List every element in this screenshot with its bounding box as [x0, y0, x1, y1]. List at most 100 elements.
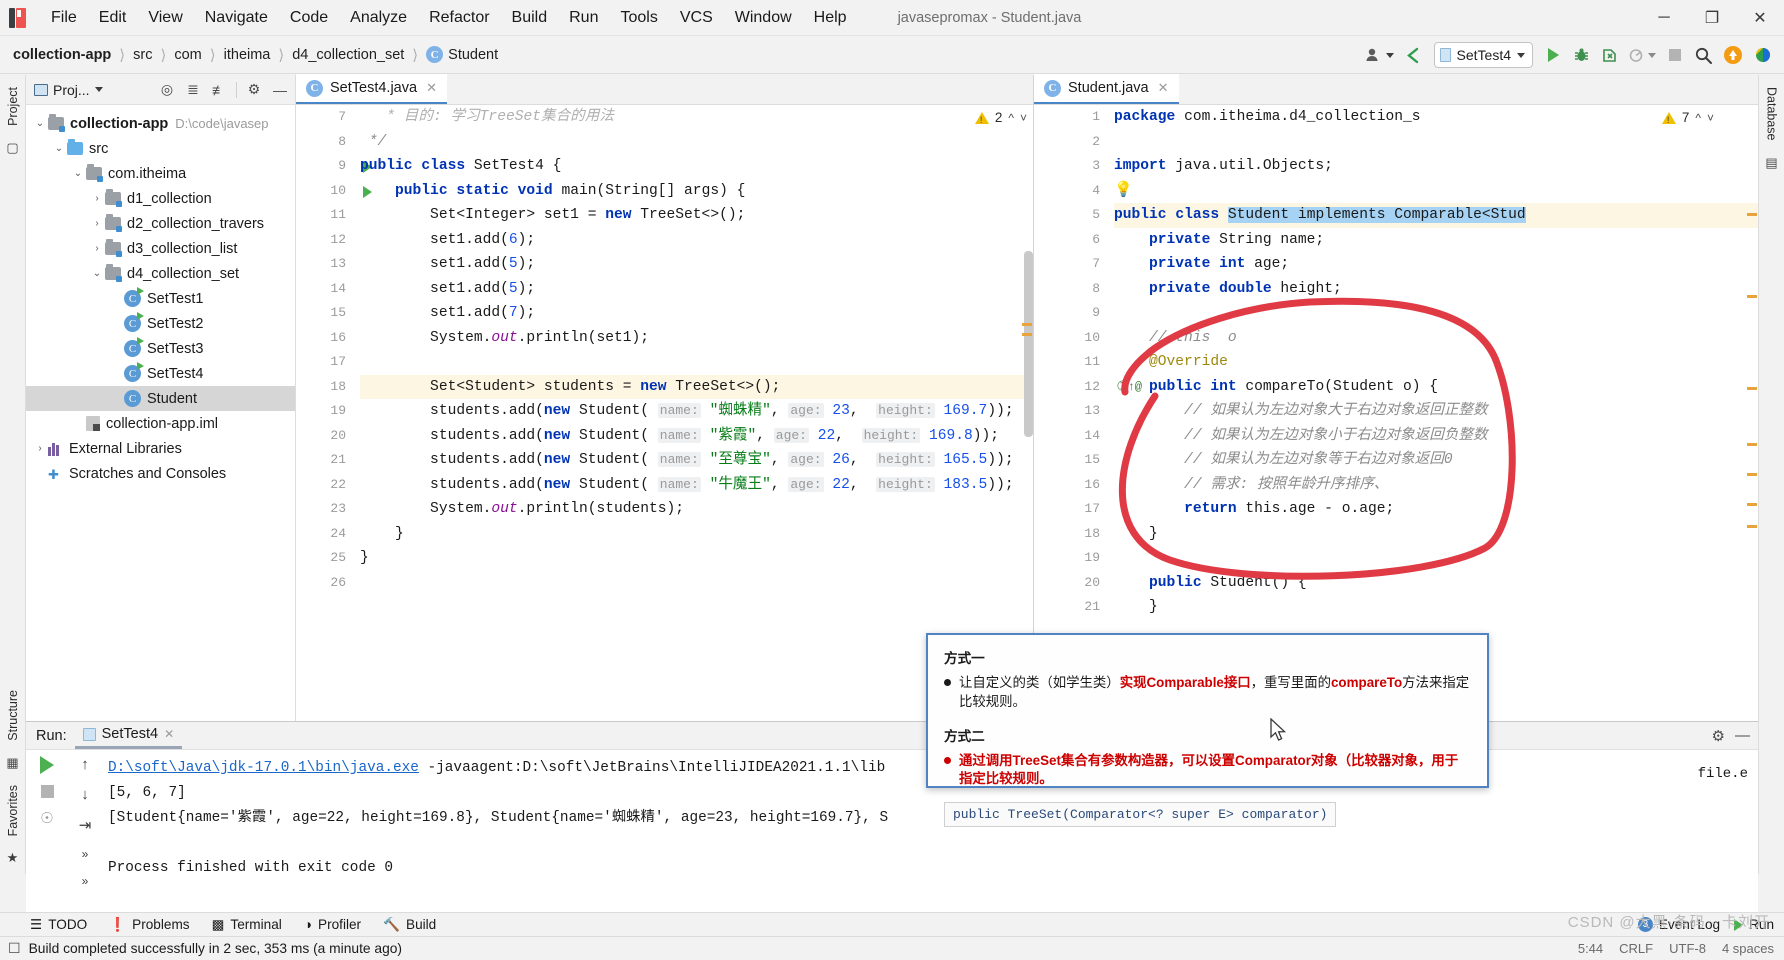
menu-analyze[interactable]: Analyze: [339, 5, 418, 31]
chevron-down-icon[interactable]: ⌄: [32, 118, 48, 129]
code-line[interactable]: // 如果认为左边对象大于右边对象返回正整数: [1114, 399, 1758, 424]
line-number[interactable]: 26: [296, 571, 354, 596]
tree-item-d3-collection-list[interactable]: › d3_collection_list: [26, 236, 295, 261]
line-number[interactable]: 10: [296, 179, 372, 204]
tree-item-collection-app[interactable]: ⌄ collection-app D:\code\javasep: [26, 111, 295, 136]
debug-button[interactable]: [1569, 42, 1593, 68]
menu-code[interactable]: Code: [279, 5, 339, 31]
line-number[interactable]: 21: [1034, 595, 1108, 620]
line-number[interactable]: 4: [1034, 179, 1108, 204]
menu-refactor[interactable]: Refactor: [418, 5, 500, 31]
line-number[interactable]: 21: [296, 448, 354, 473]
menu-window[interactable]: Window: [724, 5, 803, 31]
toolwindow-profiler[interactable]: ◑ Profiler: [304, 917, 361, 932]
code-line[interactable]: }: [360, 546, 1033, 571]
menu-bar[interactable]: File Edit View Navigate Code Analyze Ref…: [40, 5, 858, 31]
code-line[interactable]: students.add(new Student( name: "至尊宝", a…: [360, 448, 1033, 473]
line-number[interactable]: 8: [296, 130, 354, 155]
line-number[interactable]: 16: [1034, 473, 1108, 498]
menu-run[interactable]: Run: [558, 5, 609, 31]
tree-item-com-itheima[interactable]: ⌄ com.itheima: [26, 161, 295, 186]
chevron-right-icon[interactable]: ›: [32, 443, 48, 454]
star-icon[interactable]: ★: [7, 850, 19, 866]
database-rail-icon[interactable]: ▢: [6, 140, 18, 156]
menu-build[interactable]: Build: [501, 5, 559, 31]
breadcrumb-item-package[interactable]: d4_collection_set: [289, 45, 407, 65]
line-number[interactable]: 2: [1034, 130, 1108, 155]
gear-icon[interactable]: ⚙: [1712, 727, 1725, 745]
code-line[interactable]: students.add(new Student( name: "蜘蛛精", a…: [360, 399, 1033, 424]
code-line[interactable]: public class Student implements Comparab…: [1114, 203, 1758, 228]
code-line[interactable]: // 需求: 按照年龄升序排序、: [1114, 473, 1758, 498]
grid-rail-icon[interactable]: ▦: [6, 755, 18, 771]
code-line[interactable]: ▽ public static void main(String[] args)…: [360, 179, 1033, 204]
line-number[interactable]: 19: [296, 399, 354, 424]
breadcrumb-item-itheima[interactable]: itheima: [221, 45, 274, 65]
tree-item-scratches-and-consoles[interactable]: ✚ Scratches and Consoles: [26, 461, 295, 486]
soft-wrap-icon[interactable]: ⇥: [79, 816, 92, 834]
line-number[interactable]: 6: [1034, 228, 1108, 253]
code-line[interactable]: @Override: [1114, 350, 1758, 375]
code-line[interactable]: [360, 350, 1033, 375]
menu-tools[interactable]: Tools: [609, 5, 668, 31]
stop-icon[interactable]: [40, 785, 54, 798]
code-line[interactable]: * 目的: 学习TreeSet集合的用法: [360, 105, 1033, 130]
vcs-update-icon[interactable]: [1401, 42, 1426, 68]
search-everywhere-button[interactable]: [1691, 42, 1716, 68]
chevron-right-icon[interactable]: ›: [89, 243, 105, 254]
camera-icon[interactable]: ☉: [40, 809, 53, 827]
code-line[interactable]: public Student() {: [1114, 571, 1758, 596]
code-line[interactable]: students.add(new Student( name: "牛魔王", a…: [360, 473, 1033, 498]
code-line[interactable]: // 如果认为左边对象等于右边对象返回0: [1114, 448, 1758, 473]
tab-student-java[interactable]: C Student.java ✕: [1034, 74, 1179, 104]
user-account-icon[interactable]: [1362, 42, 1397, 68]
code-line[interactable]: [1114, 546, 1758, 571]
code-line[interactable]: ▽ }: [360, 522, 1033, 547]
menu-navigate[interactable]: Navigate: [194, 5, 279, 31]
code-line[interactable]: private double height;: [1114, 277, 1758, 302]
expand-more-icon-2[interactable]: »: [82, 874, 89, 888]
code-line[interactable]: private String name;: [1114, 228, 1758, 253]
code-line[interactable]: System.out.println(students);: [360, 497, 1033, 522]
code-line[interactable]: Set<Student> students = new TreeSet<>();: [360, 374, 1033, 399]
rail-button-favorites[interactable]: Favorites: [6, 779, 20, 842]
code-line[interactable]: [360, 571, 1033, 596]
tree-item-settest4[interactable]: C SetTest4: [26, 361, 295, 386]
collapse-all-icon[interactable]: ≢: [208, 79, 230, 101]
hide-panel-icon[interactable]: —: [269, 79, 291, 101]
expand-all-icon[interactable]: ≣: [182, 79, 204, 101]
line-number[interactable]: 16: [296, 326, 354, 351]
line-number[interactable]: 13: [296, 252, 354, 277]
code-line[interactable]: }: [1114, 595, 1758, 620]
stop-button[interactable]: [1663, 42, 1687, 68]
line-number[interactable]: 17: [296, 350, 354, 375]
line-number[interactable]: 25: [296, 546, 354, 571]
code-line[interactable]: 💡: [1114, 179, 1758, 204]
minimize-button[interactable]: ─: [1640, 0, 1688, 36]
rail-button-database[interactable]: Database: [1765, 81, 1779, 147]
code-line[interactable]: }: [1114, 522, 1758, 547]
intention-bulb-icon[interactable]: 💡: [1114, 182, 1133, 199]
chevron-down-icon[interactable]: [94, 87, 103, 92]
tree-item-student[interactable]: C Student: [26, 386, 295, 411]
breadcrumb-item-project[interactable]: collection-app: [10, 45, 114, 65]
tree-item-collection-app-iml[interactable]: collection-app.iml: [26, 411, 295, 436]
code-line[interactable]: set1.add(6);: [360, 228, 1033, 253]
code-line[interactable]: public class SetTest4 {: [360, 154, 1033, 179]
code-line[interactable]: set1.add(5);: [360, 277, 1033, 302]
tree-item-d2-collection-travers[interactable]: › d2_collection_travers: [26, 211, 295, 236]
chevron-up-icon[interactable]: ^: [1008, 111, 1014, 125]
toolwindow-build[interactable]: 🔨 Build: [383, 917, 436, 933]
gear-icon[interactable]: ⚙: [243, 79, 265, 101]
breadcrumb-item-com[interactable]: com: [171, 45, 204, 65]
line-number[interactable]: 11: [1034, 350, 1108, 375]
profiler-button[interactable]: [1625, 42, 1659, 68]
code-line[interactable]: private int age;: [1114, 252, 1758, 277]
hide-panel-icon[interactable]: —: [1735, 727, 1750, 744]
chevron-right-icon[interactable]: ›: [89, 193, 105, 204]
line-number[interactable]: 3: [1034, 154, 1108, 179]
line-number[interactable]: 7: [296, 105, 354, 130]
line-number[interactable]: 12 ➀↑@: [1034, 375, 1142, 400]
code-line[interactable]: students.add(new Student( name: "紫霞", ag…: [360, 424, 1033, 449]
inspection-widget-left[interactable]: 2 ^ ˅: [974, 110, 1027, 125]
